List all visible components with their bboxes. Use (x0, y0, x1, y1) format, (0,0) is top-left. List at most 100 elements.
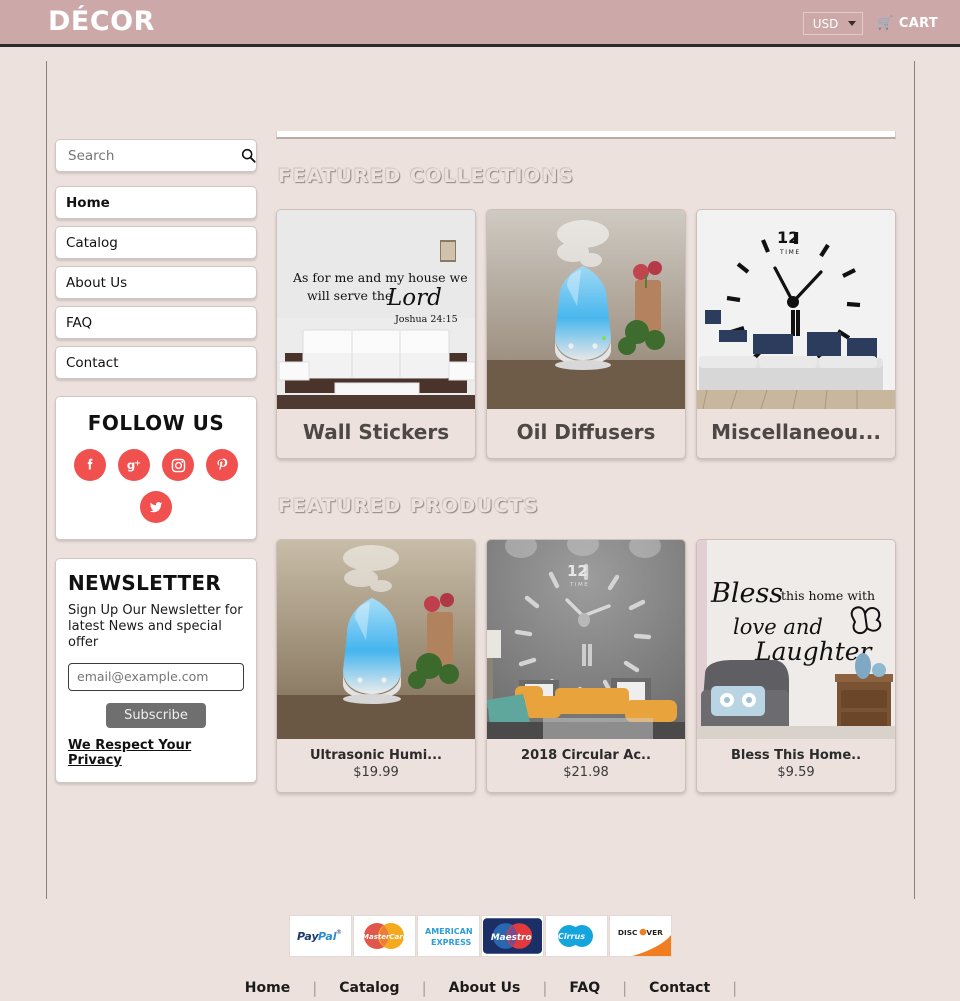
svg-text:DISC: DISC (617, 928, 637, 937)
currency-selector[interactable]: USD (802, 12, 864, 35)
product-title: Bless This Home.. (730, 748, 862, 763)
sidebar: Home Catalog About Us FAQ Contact FOLLOW… (55, 139, 257, 783)
social-icon-row-primary: g + (66, 449, 246, 481)
cart-button[interactable]: 🛒 CART (877, 16, 938, 31)
svg-text:love and: love and (733, 615, 823, 639)
collection-image-wall-stickers: As for me and my house we will serve the… (277, 210, 475, 409)
collection-title: Miscellaneou... (711, 420, 881, 444)
slideshow-bottom-edge (276, 131, 896, 139)
sidebar-item-label: Catalog (66, 234, 118, 251)
svg-text:®: ® (336, 929, 342, 936)
collections-grid: As for me and my house we will serve the… (276, 209, 896, 459)
payment-american-express: AMERICAN EXPRESS (416, 915, 480, 957)
cart-label: CART (898, 16, 938, 31)
svg-text:Maestro: Maestro (490, 933, 531, 943)
pinterest-link[interactable] (206, 449, 238, 481)
american-express-icon: AMERICAN EXPRESS (425, 927, 473, 947)
footer-link-home[interactable]: Home (223, 980, 312, 996)
footer-link-faq[interactable]: FAQ (547, 980, 622, 996)
svg-text:Bless: Bless (710, 578, 783, 609)
sidebar-item-label: Home (66, 194, 110, 211)
currency-value: USD (812, 16, 839, 31)
footer-link-about-us[interactable]: About Us (427, 980, 543, 996)
product-title: Ultrasonic Humi... (310, 748, 442, 763)
twitter-link[interactable] (140, 491, 172, 523)
site-footer: Pay Pal ® MasterCard AMERICAN EXPRESS Ma… (0, 915, 960, 1001)
collection-card[interactable]: Oil Diffusers (486, 209, 686, 459)
facebook-link[interactable] (74, 449, 106, 481)
svg-text:12: 12 (567, 562, 588, 580)
products-grid: Ultrasonic Humi... $19.99 12 TIME 2018 C… (276, 539, 896, 793)
footer-separator: | (732, 979, 738, 997)
newsletter-copy: Sign Up Our Newsletter for latest News a… (68, 603, 243, 650)
product-price: $21.98 (563, 765, 609, 780)
instagram-icon (171, 458, 185, 472)
google-plus-link[interactable]: g + (118, 449, 150, 481)
sidebar-item-catalog[interactable]: Catalog (55, 226, 257, 259)
chevron-down-icon (848, 21, 857, 26)
collection-card[interactable]: 12 TIME Miscellaneou... (696, 209, 896, 459)
maestro-icon: Maestro (482, 918, 542, 954)
social-icon-row-secondary (66, 491, 246, 523)
payment-maestro: Maestro (480, 915, 544, 957)
product-price: $19.99 (353, 765, 399, 780)
product-price: $9.59 (777, 765, 815, 780)
product-image-ultrasonic-humidifier (277, 540, 475, 739)
collection-title: Wall Stickers (302, 420, 450, 444)
pinterest-icon (217, 458, 228, 471)
svg-text:Pay: Pay (297, 930, 319, 943)
follow-us-widget: FOLLOW US g + (55, 396, 257, 540)
payment-paypal: Pay Pal ® (288, 915, 352, 957)
product-image-bless-this-home-decal: Bless this home with love and Laughter (697, 540, 895, 739)
collection-card[interactable]: As for me and my house we will serve the… (276, 209, 476, 459)
discover-icon: DISC VER (609, 916, 671, 956)
facebook-icon (87, 458, 93, 470)
svg-text:MasterCard: MasterCard (362, 933, 409, 941)
product-image-circular-wall-clock: 12 TIME (487, 540, 685, 739)
twitter-icon (149, 502, 163, 513)
site-logo[interactable]: DÉCOR (48, 6, 155, 37)
svg-text:this home with: this home with (781, 588, 875, 603)
featured-collections-heading: FEATURED COLLECTIONS (278, 165, 575, 187)
newsletter-email-input[interactable] (68, 662, 244, 691)
payment-discover: DISC VER (608, 915, 672, 957)
product-card[interactable]: Ultrasonic Humi... $19.99 (276, 539, 476, 793)
payment-mastercard: MasterCard (352, 915, 416, 957)
sidebar-item-home[interactable]: Home (55, 186, 257, 219)
search-button[interactable] (241, 148, 256, 163)
featured-products-heading: FEATURED PRODUCTS (278, 495, 540, 517)
footer-link-contact[interactable]: Contact (627, 980, 732, 996)
newsletter-subscribe-button[interactable]: Subscribe (106, 702, 206, 728)
svg-text:TIME: TIME (569, 582, 589, 588)
product-card[interactable]: Bless this home with love and Laughter B… (696, 539, 896, 793)
svg-text:VER: VER (646, 928, 663, 937)
sidebar-item-faq[interactable]: FAQ (55, 306, 257, 339)
sidebar-item-about-us[interactable]: About Us (55, 266, 257, 299)
search-input[interactable] (66, 146, 241, 165)
sidebar-item-label: FAQ (66, 314, 93, 331)
collection-title: Oil Diffusers (516, 420, 656, 444)
svg-text:AMERICAN: AMERICAN (425, 927, 473, 936)
footer-link-catalog[interactable]: Catalog (317, 980, 421, 996)
cirrus-icon: Cirrus (558, 925, 593, 947)
paypal-icon: Pay Pal ® (297, 929, 342, 943)
svg-text:EXPRESS: EXPRESS (431, 938, 472, 947)
svg-text:Pal: Pal (318, 930, 337, 943)
svg-text:+: + (134, 457, 141, 467)
page-body: Home Catalog About Us FAQ Contact FOLLOW… (0, 47, 960, 1001)
svg-text:Joshua 24:15: Joshua 24:15 (394, 314, 458, 325)
svg-text:TIME: TIME (779, 249, 801, 256)
newsletter-widget: NEWSLETTER Sign Up Our Newsletter for la… (55, 558, 257, 783)
header-actions: USD 🛒 CART (802, 12, 938, 35)
google-plus-icon: g + (127, 457, 141, 472)
svg-text:12: 12 (777, 228, 799, 247)
newsletter-title: NEWSLETTER (68, 571, 222, 595)
privacy-link[interactable]: We Respect Your Privacy (68, 738, 244, 768)
instagram-link[interactable] (162, 449, 194, 481)
sidebar-item-contact[interactable]: Contact (55, 346, 257, 379)
svg-text:Cirrus: Cirrus (558, 932, 585, 941)
collection-image-oil-diffusers (487, 210, 685, 409)
product-card[interactable]: 12 TIME 2018 Circular Ac.. $21.98 (486, 539, 686, 793)
collection-image-miscellaneous: 12 TIME (697, 210, 895, 409)
search-bar[interactable] (55, 139, 257, 172)
